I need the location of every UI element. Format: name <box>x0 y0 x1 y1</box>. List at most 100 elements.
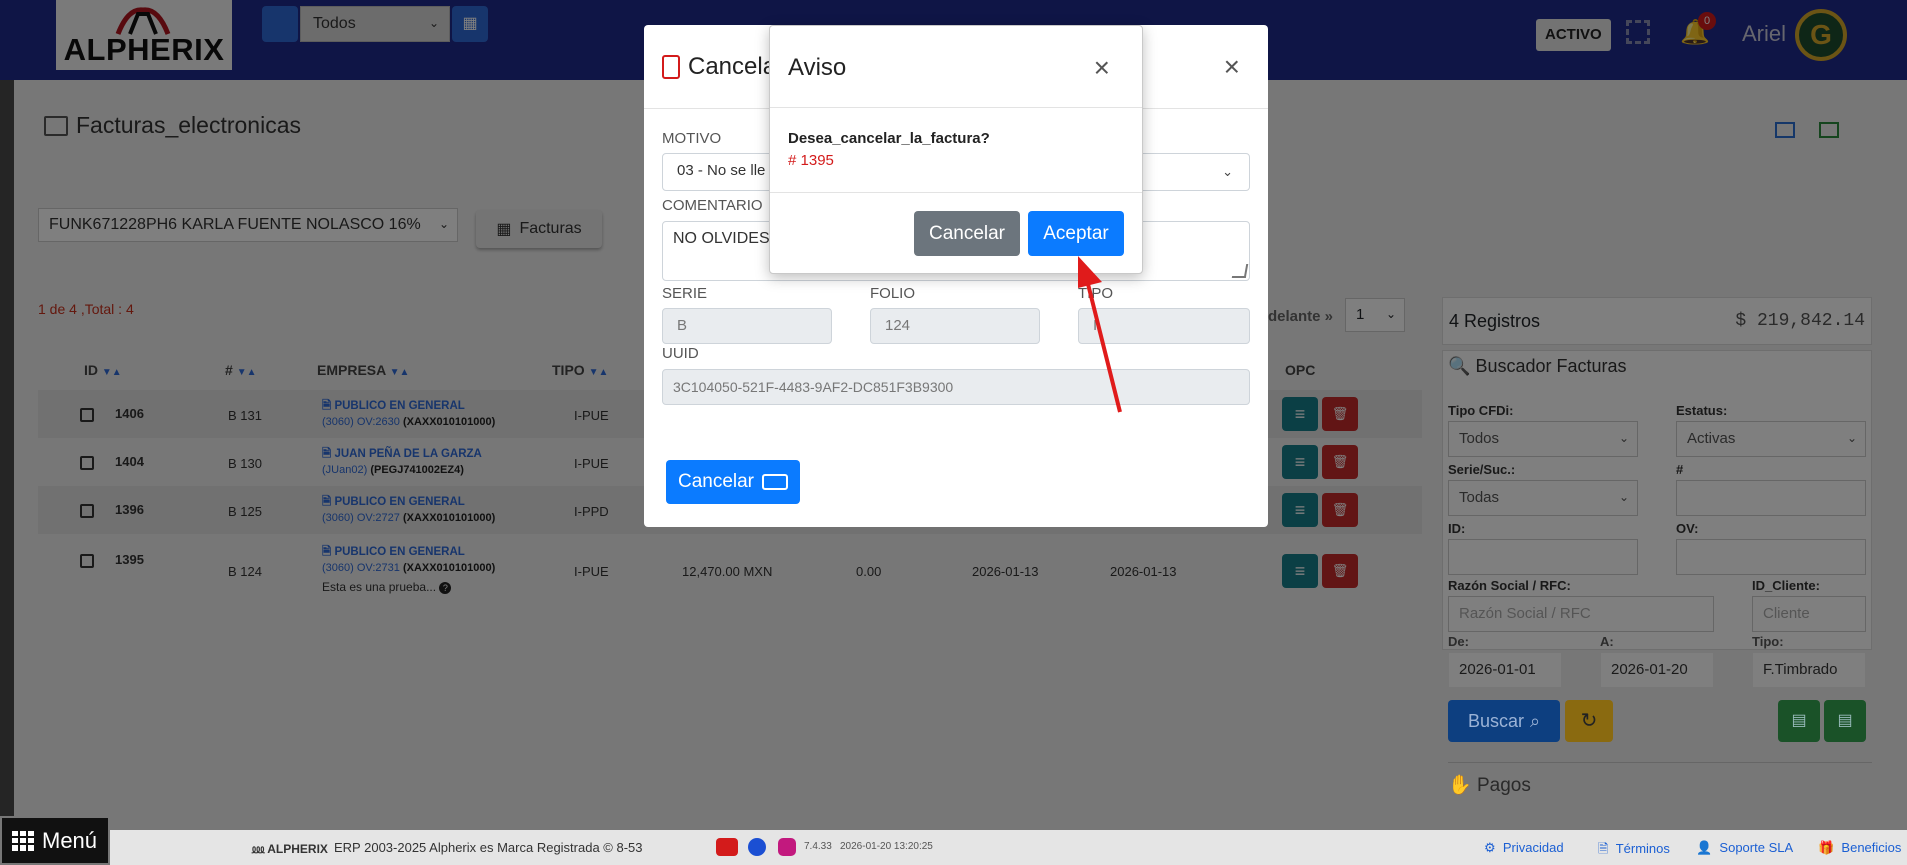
menu-button[interactable]: Menú <box>0 816 110 865</box>
razon-social-input[interactable]: Razón Social / RFC <box>1448 596 1714 632</box>
aviso-cancel-button[interactable]: Cancelar <box>914 211 1020 256</box>
header-actions <box>1775 122 1839 138</box>
copy-icon[interactable] <box>80 504 94 518</box>
close-icon[interactable]: × <box>1224 51 1240 83</box>
row-sub-text: (3060) OV:2731 <box>322 562 400 574</box>
cancelar-submit-label: Cancelar <box>677 471 755 492</box>
facturas-button-label: Facturas <box>519 220 582 237</box>
branch-select[interactable]: Todos ⌄ <box>300 6 450 42</box>
soporte-link[interactable]: 👤 Soporte SLA <box>1696 840 1793 856</box>
tipo-input: I <box>1078 308 1250 344</box>
serie-label: SERIE <box>662 285 708 302</box>
row-empresa-sub: (3060) OV:2630 (XAXX010101000) <box>322 416 495 428</box>
filter-icon[interactable] <box>1775 122 1795 138</box>
company-select[interactable]: FUNK671228PH6 KARLA FUENTE NOLASCO 16% ⌄ <box>38 208 458 242</box>
terminos-text: Términos <box>1615 841 1670 856</box>
privacidad-link[interactable]: ⚙ Privacidad <box>1484 840 1564 856</box>
facebook-icon[interactable] <box>748 838 766 856</box>
excel-icon[interactable]: ▤ <box>1778 700 1820 742</box>
page-select[interactable]: 1 ⌄ <box>1345 298 1405 332</box>
resize-handle-icon[interactable] <box>1231 264 1249 278</box>
store-icon[interactable] <box>262 6 298 42</box>
calendar-icon[interactable]: ▦ <box>452 6 488 42</box>
layers-action-button[interactable] <box>1282 445 1318 479</box>
estatus-select[interactable]: Activas ⌄ <box>1676 421 1866 457</box>
help-icon[interactable]: ? <box>439 582 452 594</box>
sort-icon[interactable]: ▼▲ <box>102 367 122 378</box>
serie-input: B <box>662 308 832 344</box>
date-from-input[interactable]: 2026-01-01 <box>1448 652 1562 688</box>
column-header-id[interactable]: ID ▼▲ <box>84 362 122 378</box>
facturas-button[interactable]: ▦ Facturas <box>476 210 602 248</box>
row-empresa-text: JUAN PEÑA DE LA GARZA <box>334 448 482 460</box>
delete-action-button[interactable] <box>1322 397 1358 431</box>
layers-action-button[interactable] <box>1282 493 1318 527</box>
serie-select[interactable]: Todas ⌄ <box>1448 480 1638 516</box>
column-header-empresa[interactable]: EMPRESA ▼▲ <box>317 362 409 378</box>
pagos-section[interactable]: ✋ Pagos <box>1448 762 1872 810</box>
avatar[interactable] <box>1795 9 1847 61</box>
notification-badge: 0 <box>1698 12 1716 30</box>
id-cliente-input[interactable]: Cliente <box>1752 596 1866 632</box>
column-header-empresa-label: EMPRESA <box>317 362 386 378</box>
row-note-text: Esta es una prueba... <box>322 580 437 594</box>
row-empresa[interactable]: 🗎 JUAN PEÑA DE LA GARZA <box>322 446 482 465</box>
layers-action-button[interactable] <box>1282 554 1318 588</box>
sort-icon[interactable]: ▼▲ <box>390 367 410 378</box>
list-icon <box>44 115 68 136</box>
close-icon[interactable]: × <box>1094 52 1110 84</box>
num-input[interactable] <box>1676 480 1866 516</box>
aviso-accept-button[interactable]: Aceptar <box>1028 211 1124 256</box>
table-row[interactable]: 1395 B 124 🗎 PUBLICO EN GENERAL (3060) O… <box>38 534 1422 604</box>
copy-icon[interactable] <box>80 554 94 568</box>
tipo-label: TIPO <box>1078 285 1114 302</box>
delete-action-button[interactable] <box>1322 554 1358 588</box>
column-header-num[interactable]: # ▼▲ <box>225 362 256 378</box>
buscar-button[interactable]: Buscar ⌕ <box>1448 700 1560 742</box>
registros-count: 4 Registros <box>1449 311 1541 331</box>
row-note: Esta es una prueba... ? <box>322 580 452 594</box>
next-page-link[interactable]: delante » <box>1268 308 1333 325</box>
sort-icon[interactable]: ▼▲ <box>237 367 257 378</box>
chevron-down-icon: ⌄ <box>428 16 439 30</box>
layers-action-button[interactable] <box>1282 397 1318 431</box>
row-sub-text: (3060) OV:2630 <box>322 416 400 428</box>
column-header-tipo[interactable]: TIPO ▼▲ <box>552 362 608 378</box>
table-icon[interactable] <box>1819 122 1839 138</box>
alpherix-logo[interactable]: ALPHERIX <box>56 0 232 70</box>
date-to-input[interactable]: 2026-01-20 <box>1600 652 1714 688</box>
delete-action-button[interactable] <box>1322 445 1358 479</box>
user-name[interactable]: Ariel <box>1742 21 1786 47</box>
aviso-divider <box>770 192 1142 193</box>
terminos-link[interactable]: 🗎 Términos <box>1598 840 1670 862</box>
tipo-cfdi-select[interactable]: Todos ⌄ <box>1448 421 1638 457</box>
row-empresa[interactable]: 🗎 PUBLICO EN GENERAL <box>322 494 465 513</box>
tipo-fecha-label: Tipo: <box>1752 634 1784 649</box>
column-header-tipo-label: TIPO <box>552 362 585 378</box>
row-tipo: I-PUE <box>574 408 609 423</box>
motivo-value: 03 - No se lle <box>677 162 766 179</box>
sort-icon[interactable]: ▼▲ <box>589 367 609 378</box>
copy-icon[interactable] <box>80 408 94 422</box>
id-input[interactable] <box>1448 539 1638 575</box>
instagram-icon[interactable] <box>778 838 796 856</box>
copy-icon[interactable] <box>80 456 94 470</box>
fullscreen-icon[interactable] <box>1626 20 1650 44</box>
row-total: 12,470.00 MXN <box>682 564 773 579</box>
row-empresa[interactable]: 🗎 PUBLICO EN GENERAL <box>322 544 465 563</box>
beneficios-link[interactable]: 🎁 Beneficios <box>1818 840 1901 856</box>
hand-money-icon: ✋ <box>1448 775 1472 796</box>
id-label: ID: <box>1448 521 1466 536</box>
row-empresa[interactable]: 🗎 PUBLICO EN GENERAL <box>322 398 465 417</box>
column-header-num-label: # <box>225 362 233 378</box>
ov-input[interactable] <box>1676 539 1866 575</box>
cancelar-submit-button[interactable]: Cancelar <box>666 460 800 504</box>
youtube-icon[interactable] <box>716 838 738 856</box>
comentario-label: COMENTARIO <box>662 197 763 214</box>
tipo-fecha-select[interactable]: F.Timbrado <box>1752 652 1866 688</box>
estatus-label: Estatus: <box>1676 403 1728 418</box>
delete-action-button[interactable] <box>1322 493 1358 527</box>
aviso-question: Desea_cancelar_la_factura? <box>788 130 990 147</box>
excel-export-icon[interactable]: ▤ <box>1824 700 1866 742</box>
reset-button[interactable]: ↻ <box>1565 700 1613 742</box>
